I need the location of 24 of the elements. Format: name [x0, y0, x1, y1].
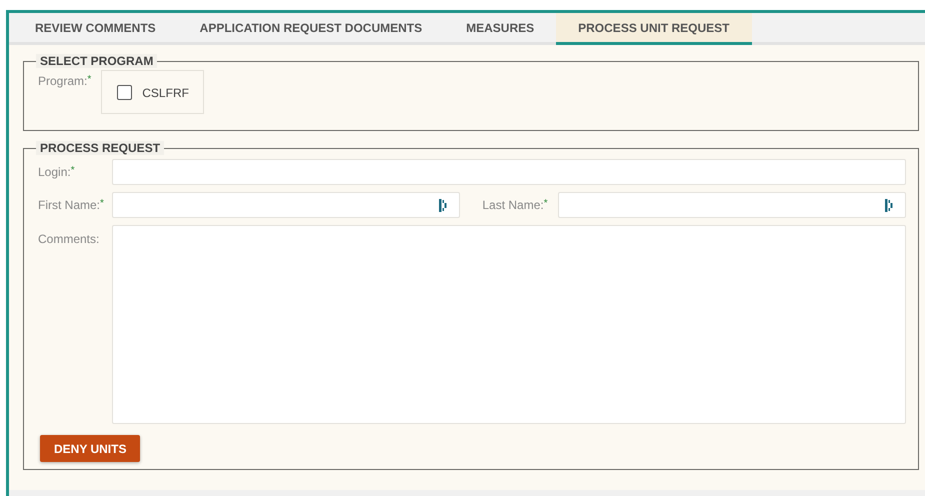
checkbox-label[interactable]: CSLFRF	[142, 86, 189, 100]
field-label: Comments:	[38, 232, 100, 246]
required-mark: *	[100, 198, 104, 209]
required-mark: *	[544, 198, 548, 209]
field-label: Login:	[38, 165, 71, 179]
field-label: Last Name:	[482, 198, 544, 212]
field-label: Program:	[38, 74, 88, 88]
required-mark: *	[87, 74, 92, 85]
first-name-field[interactable]	[112, 192, 460, 218]
tab[interactable]: APPLICATION REQUEST DOCUMENTS	[178, 13, 444, 42]
tab[interactable]: MEASURES	[444, 13, 556, 42]
required-mark: *	[70, 165, 75, 176]
tab[interactable]: REVIEW COMMENTS	[13, 13, 178, 42]
field-label: First Name:	[38, 198, 100, 212]
comments-field[interactable]	[112, 225, 906, 424]
last-name-field[interactable]	[558, 192, 906, 218]
deny-units-button[interactable]: DENY UNITS	[40, 435, 140, 462]
tab[interactable]: PROCESS UNIT REQUEST	[556, 13, 752, 45]
section-title: SELECT PROGRAM	[36, 54, 158, 68]
autofill-icon[interactable]	[439, 198, 448, 212]
checkbox[interactable]	[117, 85, 132, 100]
autofill-icon[interactable]	[885, 198, 894, 212]
section-title: PROCESS REQUEST	[36, 141, 164, 155]
login-field[interactable]	[112, 159, 906, 185]
